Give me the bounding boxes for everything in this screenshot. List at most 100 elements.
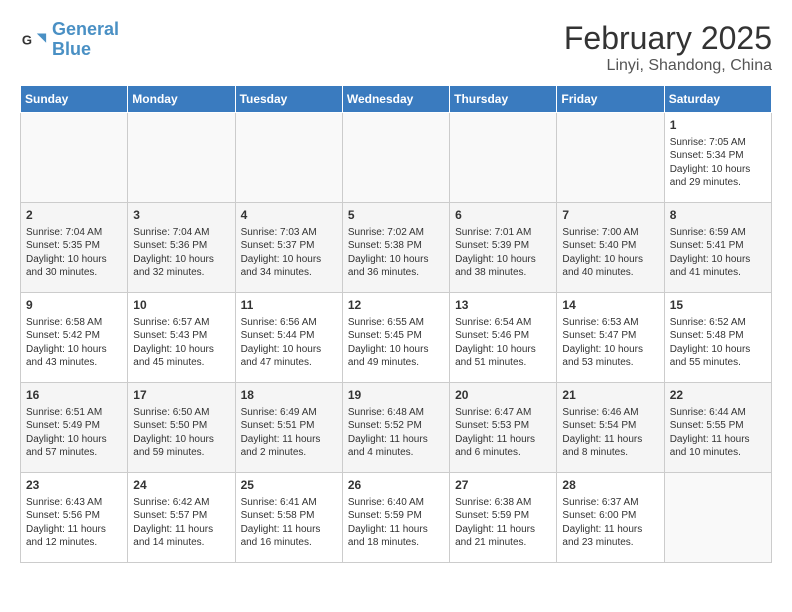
cell-content: Daylight: 11 hours and 14 minutes. — [133, 523, 229, 550]
cell-content: Daylight: 10 hours and 59 minutes. — [133, 433, 229, 460]
cell-content: Sunrise: 6:37 AM — [562, 496, 658, 510]
cell-content: Sunset: 5:54 PM — [562, 419, 658, 433]
cell-content: Sunrise: 6:58 AM — [26, 316, 122, 330]
calendar-week-row: 2Sunrise: 7:04 AMSunset: 5:35 PMDaylight… — [21, 203, 772, 293]
calendar-cell: 25Sunrise: 6:41 AMSunset: 5:58 PMDayligh… — [235, 473, 342, 563]
cell-content: Sunrise: 6:40 AM — [348, 496, 444, 510]
logo-icon: G — [20, 26, 48, 54]
day-number: 10 — [133, 297, 229, 314]
cell-content: Sunset: 5:37 PM — [241, 239, 337, 253]
cell-content: Sunrise: 6:46 AM — [562, 406, 658, 420]
title-block: February 2025 Linyi, Shandong, China — [564, 20, 772, 75]
cell-content: Sunset: 5:38 PM — [348, 239, 444, 253]
cell-content: Daylight: 10 hours and 32 minutes. — [133, 253, 229, 280]
cell-content: Sunrise: 6:57 AM — [133, 316, 229, 330]
calendar-cell — [450, 113, 557, 203]
cell-content: Sunset: 5:35 PM — [26, 239, 122, 253]
cell-content: Daylight: 11 hours and 6 minutes. — [455, 433, 551, 460]
day-number: 7 — [562, 207, 658, 224]
cell-content: Daylight: 10 hours and 40 minutes. — [562, 253, 658, 280]
svg-text:G: G — [22, 32, 32, 47]
cell-content: Sunset: 5:55 PM — [670, 419, 766, 433]
calendar-cell — [235, 113, 342, 203]
cell-content: Daylight: 11 hours and 18 minutes. — [348, 523, 444, 550]
cell-content: Sunrise: 6:55 AM — [348, 316, 444, 330]
calendar-cell: 16Sunrise: 6:51 AMSunset: 5:49 PMDayligh… — [21, 383, 128, 473]
calendar-cell: 11Sunrise: 6:56 AMSunset: 5:44 PMDayligh… — [235, 293, 342, 383]
cell-content: Sunrise: 7:04 AM — [133, 226, 229, 240]
cell-content: Sunrise: 6:52 AM — [670, 316, 766, 330]
cell-content: Sunset: 5:49 PM — [26, 419, 122, 433]
weekday-header: Friday — [557, 86, 664, 113]
cell-content: Sunrise: 6:56 AM — [241, 316, 337, 330]
calendar-cell: 28Sunrise: 6:37 AMSunset: 6:00 PMDayligh… — [557, 473, 664, 563]
day-number: 18 — [241, 387, 337, 404]
cell-content: Sunrise: 6:59 AM — [670, 226, 766, 240]
calendar-cell: 2Sunrise: 7:04 AMSunset: 5:35 PMDaylight… — [21, 203, 128, 293]
cell-content: Sunrise: 6:42 AM — [133, 496, 229, 510]
cell-content: Daylight: 10 hours and 55 minutes. — [670, 343, 766, 370]
cell-content: Daylight: 10 hours and 53 minutes. — [562, 343, 658, 370]
cell-content: Sunset: 5:48 PM — [670, 329, 766, 343]
calendar-cell: 10Sunrise: 6:57 AMSunset: 5:43 PMDayligh… — [128, 293, 235, 383]
day-number: 19 — [348, 387, 444, 404]
calendar-week-row: 9Sunrise: 6:58 AMSunset: 5:42 PMDaylight… — [21, 293, 772, 383]
day-number: 21 — [562, 387, 658, 404]
cell-content: Sunset: 5:34 PM — [670, 149, 766, 163]
cell-content: Daylight: 10 hours and 57 minutes. — [26, 433, 122, 460]
cell-content: Sunset: 5:44 PM — [241, 329, 337, 343]
logo: G General Blue — [20, 20, 119, 60]
day-number: 26 — [348, 477, 444, 494]
day-number: 24 — [133, 477, 229, 494]
cell-content: Sunrise: 6:38 AM — [455, 496, 551, 510]
cell-content: Sunset: 5:42 PM — [26, 329, 122, 343]
day-number: 23 — [26, 477, 122, 494]
calendar-cell — [21, 113, 128, 203]
day-number: 14 — [562, 297, 658, 314]
weekday-header: Sunday — [21, 86, 128, 113]
calendar-cell: 21Sunrise: 6:46 AMSunset: 5:54 PMDayligh… — [557, 383, 664, 473]
cell-content: Sunrise: 6:43 AM — [26, 496, 122, 510]
cell-content: Sunrise: 7:02 AM — [348, 226, 444, 240]
day-number: 1 — [670, 117, 766, 134]
weekday-header: Tuesday — [235, 86, 342, 113]
page-header: G General Blue February 2025 Linyi, Shan… — [20, 20, 772, 75]
calendar-cell: 7Sunrise: 7:00 AMSunset: 5:40 PMDaylight… — [557, 203, 664, 293]
day-number: 28 — [562, 477, 658, 494]
cell-content: Daylight: 10 hours and 47 minutes. — [241, 343, 337, 370]
cell-content: Daylight: 11 hours and 10 minutes. — [670, 433, 766, 460]
cell-content: Daylight: 11 hours and 4 minutes. — [348, 433, 444, 460]
cell-content: Sunset: 5:53 PM — [455, 419, 551, 433]
logo-text: General Blue — [52, 20, 119, 60]
cell-content: Sunrise: 6:50 AM — [133, 406, 229, 420]
day-number: 20 — [455, 387, 551, 404]
calendar-cell: 9Sunrise: 6:58 AMSunset: 5:42 PMDaylight… — [21, 293, 128, 383]
cell-content: Daylight: 10 hours and 41 minutes. — [670, 253, 766, 280]
cell-content: Daylight: 10 hours and 34 minutes. — [241, 253, 337, 280]
calendar-cell: 22Sunrise: 6:44 AMSunset: 5:55 PMDayligh… — [664, 383, 771, 473]
calendar-cell: 27Sunrise: 6:38 AMSunset: 5:59 PMDayligh… — [450, 473, 557, 563]
calendar-cell — [557, 113, 664, 203]
day-number: 5 — [348, 207, 444, 224]
cell-content: Sunset: 5:45 PM — [348, 329, 444, 343]
calendar-cell: 3Sunrise: 7:04 AMSunset: 5:36 PMDaylight… — [128, 203, 235, 293]
cell-content: Daylight: 10 hours and 30 minutes. — [26, 253, 122, 280]
cell-content: Sunrise: 7:03 AM — [241, 226, 337, 240]
cell-content: Daylight: 10 hours and 38 minutes. — [455, 253, 551, 280]
calendar-cell — [128, 113, 235, 203]
day-number: 13 — [455, 297, 551, 314]
cell-content: Sunset: 5:52 PM — [348, 419, 444, 433]
cell-content: Sunset: 5:36 PM — [133, 239, 229, 253]
calendar-cell: 24Sunrise: 6:42 AMSunset: 5:57 PMDayligh… — [128, 473, 235, 563]
day-number: 4 — [241, 207, 337, 224]
calendar-cell: 6Sunrise: 7:01 AMSunset: 5:39 PMDaylight… — [450, 203, 557, 293]
cell-content: Sunrise: 6:44 AM — [670, 406, 766, 420]
weekday-header: Thursday — [450, 86, 557, 113]
cell-content: Daylight: 11 hours and 2 minutes. — [241, 433, 337, 460]
calendar-cell: 14Sunrise: 6:53 AMSunset: 5:47 PMDayligh… — [557, 293, 664, 383]
weekday-header: Monday — [128, 86, 235, 113]
cell-content: Sunset: 5:41 PM — [670, 239, 766, 253]
cell-content: Sunrise: 7:01 AM — [455, 226, 551, 240]
cell-content: Sunset: 5:56 PM — [26, 509, 122, 523]
day-number: 17 — [133, 387, 229, 404]
